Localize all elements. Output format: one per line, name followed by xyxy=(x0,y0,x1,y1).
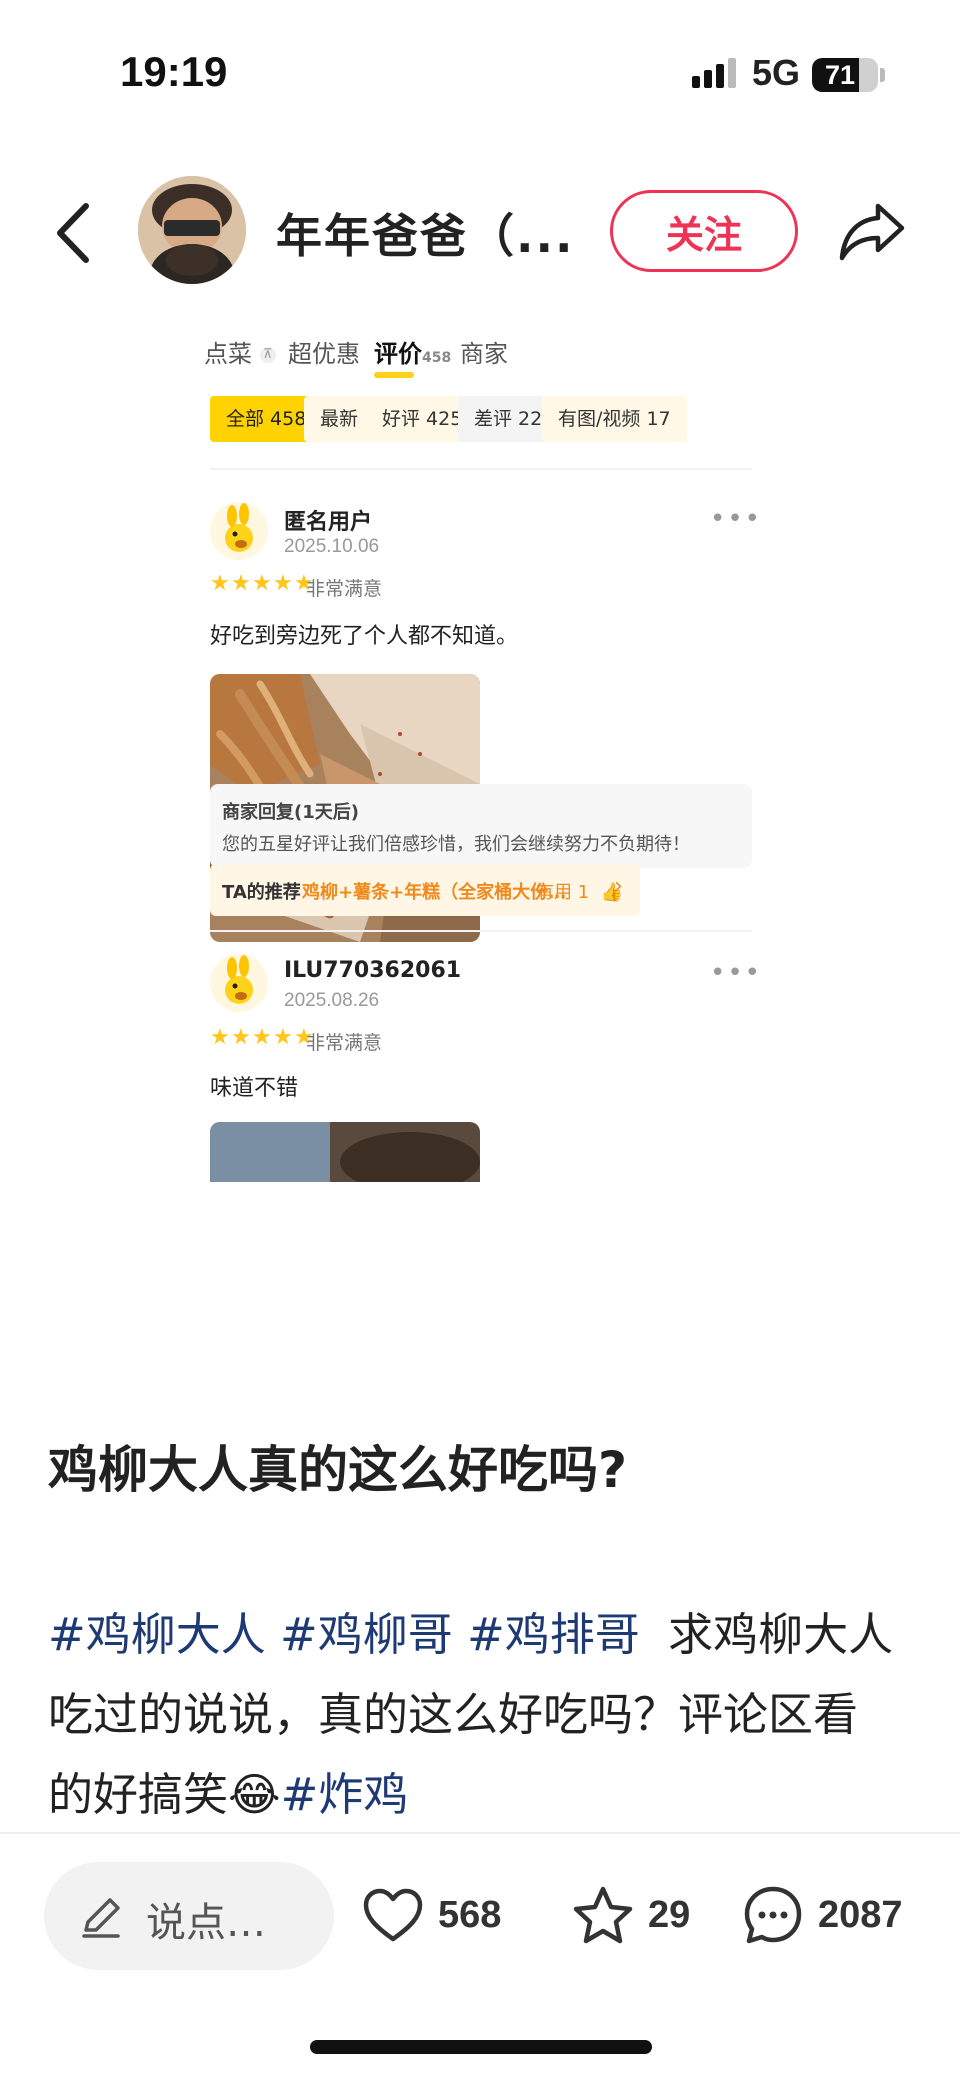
hashtag[interactable]: #鸡柳哥 xyxy=(280,1608,453,1661)
star-icon: ★ xyxy=(273,1025,293,1050)
back-icon[interactable] xyxy=(48,198,100,268)
tab-bar: 点菜 ⊼ 超优惠 评价458 商家 xyxy=(204,328,760,384)
reviewer-avatar[interactable] xyxy=(210,954,268,1012)
review-photo[interactable] xyxy=(210,1122,480,1182)
star-rating: ★★★★★ xyxy=(210,571,315,598)
comment-placeholder: 说点… xyxy=(146,1900,266,1946)
reviewer-name[interactable]: 匿名用户 xyxy=(284,504,372,536)
status-time: 19:19 xyxy=(120,48,228,95)
tab-badge: 458 xyxy=(422,350,452,366)
like-button[interactable]: 568 xyxy=(362,1880,501,1950)
divider xyxy=(210,930,752,932)
hashtag[interactable]: #鸡排哥 xyxy=(467,1608,640,1661)
laughing-tears-emoji-icon: 😂 xyxy=(228,1768,281,1821)
comment-bubble-icon xyxy=(744,1886,802,1944)
star-icon xyxy=(573,1886,633,1944)
reply-body: 您的五星好评让我们倍感珍惜，我们会继续努力不负期待！ xyxy=(222,834,690,855)
tab-label: 评价 xyxy=(374,340,422,368)
post-body-line-2: 吃过的说说，真的这么好吃吗？评论区看 xyxy=(48,1678,858,1743)
tab-deals[interactable]: 超优惠 xyxy=(288,334,360,369)
battery-tip xyxy=(880,68,885,82)
recommendation-label: TA的推荐 xyxy=(222,882,301,903)
battery-level: 71 xyxy=(824,60,856,90)
comment-count: 2087 xyxy=(818,1893,903,1936)
post-body-text: 求鸡柳大人 xyxy=(668,1608,894,1661)
favorite-count: 29 xyxy=(648,1893,691,1936)
like-count: 568 xyxy=(438,1893,502,1936)
recommendation-value: 鸡柳+薯条+年糕（全家桶大份… xyxy=(302,882,567,903)
food-photo xyxy=(210,1122,480,1182)
heart-icon xyxy=(363,1888,423,1942)
avatar-image xyxy=(138,176,246,284)
home-indicator xyxy=(310,2040,652,2054)
post-body-line-3: 的好搞笑😂#炸鸡 xyxy=(48,1758,408,1823)
hashtag[interactable]: #炸鸡 xyxy=(281,1768,409,1821)
reply-title: 商家回复(1天后) xyxy=(222,802,359,823)
post-header: 年年爸爸（... 关注 xyxy=(0,170,960,300)
review-filters: 全部 458 最新 好评 425 差评 22 有图/视频 17 xyxy=(210,396,760,442)
battery-icon: 71 xyxy=(812,58,878,92)
star-icon: ★ xyxy=(252,571,272,596)
share-icon[interactable] xyxy=(838,200,908,262)
useful-label: 有用 1 xyxy=(536,882,590,903)
tab-merchant[interactable]: 商家 xyxy=(460,334,508,369)
signal-icon xyxy=(692,58,736,88)
tab-label: 点菜 xyxy=(204,340,252,368)
pencil-icon xyxy=(82,1898,120,1938)
bottom-divider xyxy=(0,1832,960,1834)
kangaroo-mascot-icon xyxy=(210,954,268,1012)
star-icon: ★ xyxy=(231,571,251,596)
favorite-button[interactable]: 29 xyxy=(572,1880,690,1950)
embedded-review-screenshot: 点菜 ⊼ 超优惠 评价458 商家 全部 458 最新 好评 425 差评 22… xyxy=(200,308,760,1456)
tab-collapse-icon: ⊼ xyxy=(259,347,276,363)
post-title: 鸡柳大人真的这么好吃吗? xyxy=(48,1441,628,1499)
thumbs-up-icon: 👍 xyxy=(600,882,624,903)
network-type: 5G xyxy=(752,52,801,93)
more-options-icon[interactable]: ••• xyxy=(710,958,760,988)
star-icon: ★ xyxy=(210,1025,230,1050)
post-body-text: 吃过的说说，真的这么好吃吗？评论区看 xyxy=(48,1688,859,1741)
divider xyxy=(210,468,752,470)
star-icon: ★ xyxy=(252,1025,272,1050)
filter-latest[interactable]: 最新 xyxy=(304,396,375,442)
status-bar: 19:19 5G 71 xyxy=(0,0,960,120)
review-text: 味道不错 xyxy=(210,1076,299,1101)
author-name[interactable]: 年年爸爸（... xyxy=(276,200,574,266)
tab-menu[interactable]: 点菜 ⊼ xyxy=(204,334,276,369)
tab-active-indicator xyxy=(374,372,414,378)
reviewer-name[interactable]: ILU770362061 xyxy=(284,958,461,983)
star-rating: ★★★★★ xyxy=(210,1025,315,1052)
review-date: 2025.08.26 xyxy=(284,990,380,1011)
comment-input[interactable]: 说点… xyxy=(44,1862,334,1970)
rating-text: 非常满意 xyxy=(306,1032,383,1054)
more-options-icon[interactable]: ••• xyxy=(710,504,760,534)
tab-reviews[interactable]: 评价458 xyxy=(374,334,451,369)
follow-button[interactable]: 关注 xyxy=(610,190,798,272)
rating-text: 非常满意 xyxy=(306,578,383,600)
kangaroo-mascot-icon xyxy=(210,502,268,560)
hashtag[interactable]: #鸡柳大人 xyxy=(48,1608,266,1661)
merchant-reply: 商家回复(1天后) 您的五星好评让我们倍感珍惜，我们会继续努力不负期待！ xyxy=(210,784,752,868)
reviewer-avatar[interactable] xyxy=(210,502,268,560)
star-icon: ★ xyxy=(231,1025,251,1050)
star-icon: ★ xyxy=(273,571,293,596)
review-text: 好吃到旁边死了个人都不知道。 xyxy=(210,624,519,649)
useful-button[interactable]: 有用 1 👍 xyxy=(536,878,623,904)
author-avatar[interactable] xyxy=(138,176,246,284)
post-body-line-1: #鸡柳大人 #鸡柳哥 #鸡排哥 求鸡柳大人 xyxy=(48,1598,893,1663)
review-date: 2025.10.06 xyxy=(284,536,380,557)
filter-media[interactable]: 有图/视频 17 xyxy=(542,396,687,442)
post-body-text: 的好搞笑 xyxy=(48,1768,229,1821)
star-icon: ★ xyxy=(210,571,230,596)
comments-button[interactable]: 2087 xyxy=(742,1880,903,1950)
